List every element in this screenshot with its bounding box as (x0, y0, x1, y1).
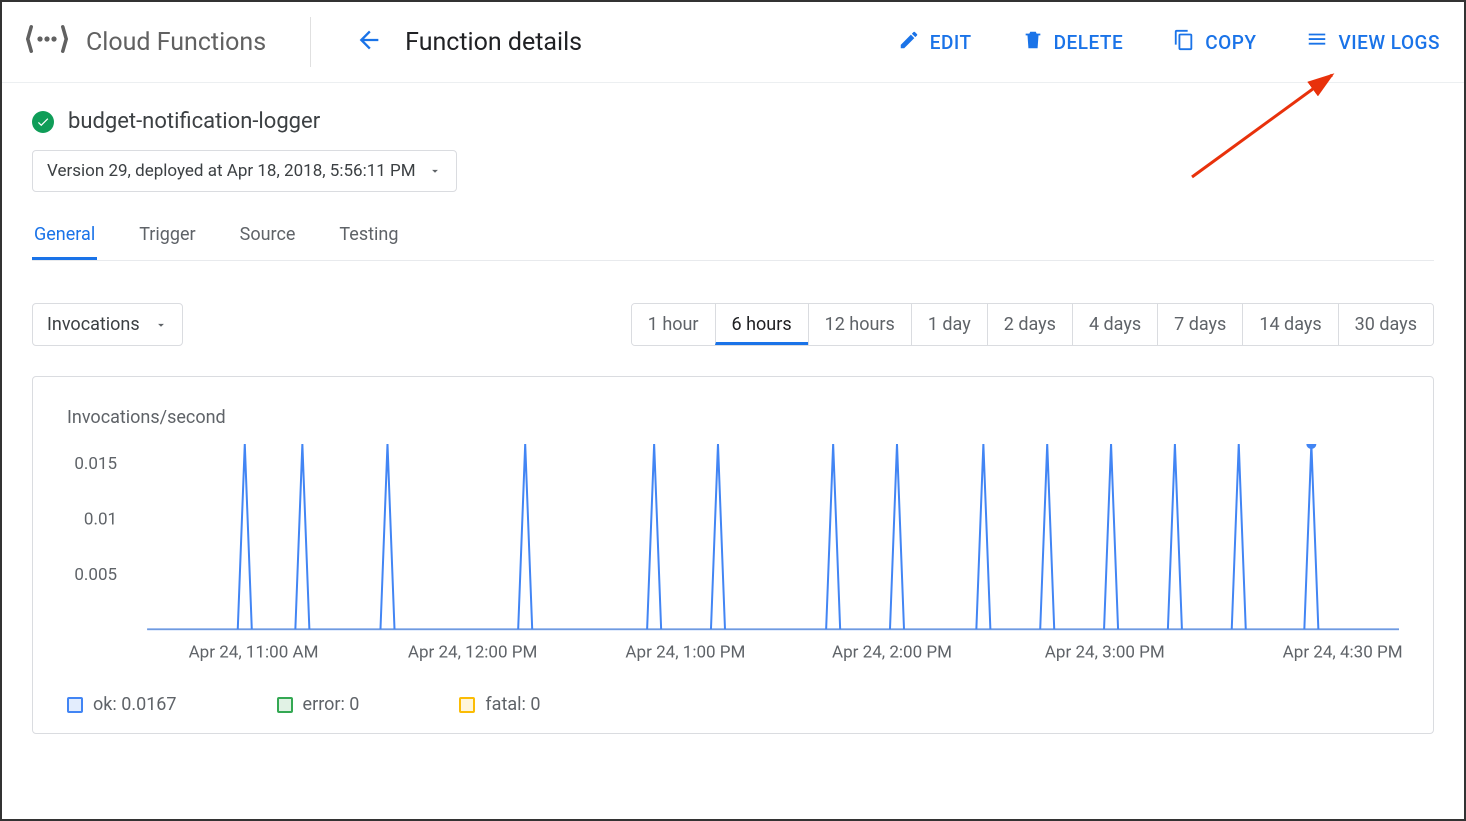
delete-button[interactable]: DELETE (1022, 29, 1124, 56)
metric-label: Invocations (47, 314, 140, 335)
version-label: Version 29, deployed at Apr 18, 2018, 5:… (47, 161, 416, 181)
product-brand: Cloud Functions (26, 18, 266, 67)
logs-icon (1306, 29, 1328, 56)
app-header: Cloud Functions Function details EDIT DE… (2, 2, 1464, 82)
back-arrow-icon[interactable] (355, 26, 383, 58)
tab-general[interactable]: General (32, 224, 97, 260)
cloud-functions-icon (26, 18, 68, 67)
svg-text:Apr 24, 4:30 PM: Apr 24, 4:30 PM (1283, 642, 1403, 662)
chevron-down-icon (154, 318, 168, 332)
fatal-swatch-icon (459, 697, 475, 713)
function-name: budget-notification-logger (68, 109, 320, 134)
legend-error: error: 0 (277, 694, 360, 715)
time-range-4-days[interactable]: 4 days (1072, 304, 1157, 345)
legend-ok: ok: 0.0167 (67, 694, 177, 715)
svg-text:Apr 24, 1:00 PM: Apr 24, 1:00 PM (625, 642, 745, 662)
svg-text:Apr 24, 2:00 PM: Apr 24, 2:00 PM (832, 642, 952, 662)
view-logs-label: VIEW LOGS (1338, 31, 1440, 54)
invocations-chart: 0.005 0.01 0.015 Apr 24, 11:00 AM Apr 24, 12… (57, 444, 1409, 674)
metric-select[interactable]: Invocations (32, 303, 183, 346)
copy-label: COPY (1205, 31, 1256, 54)
chart-card: Invocations/second 0.005 0.01 0.015 Apr 24,… (32, 376, 1434, 734)
time-range-1-day[interactable]: 1 day (911, 304, 987, 345)
error-swatch-icon (277, 697, 293, 713)
legend-fatal: fatal: 0 (459, 694, 540, 715)
delete-label: DELETE (1054, 31, 1124, 54)
product-name: Cloud Functions (86, 28, 266, 57)
tab-trigger[interactable]: Trigger (137, 224, 197, 260)
time-range-7-days[interactable]: 7 days (1157, 304, 1242, 345)
copy-icon (1173, 29, 1195, 56)
time-range-selector: 1 hour6 hours12 hours1 day2 days4 days7 … (631, 303, 1434, 346)
svg-text:Apr 24, 12:00 PM: Apr 24, 12:00 PM (408, 642, 538, 662)
page-title: Function details (405, 28, 582, 57)
svg-text:0.005: 0.005 (74, 565, 117, 585)
function-header: budget-notification-logger (32, 109, 1434, 134)
tab-testing[interactable]: Testing (337, 224, 400, 260)
svg-text:0.015: 0.015 (74, 454, 117, 474)
version-select[interactable]: Version 29, deployed at Apr 18, 2018, 5:… (32, 150, 457, 192)
ok-swatch-icon (67, 697, 83, 713)
edit-label: EDIT (930, 31, 972, 54)
view-logs-button[interactable]: VIEW LOGS (1306, 29, 1440, 56)
svg-text:Apr 24, 3:00 PM: Apr 24, 3:00 PM (1045, 642, 1165, 662)
chart-legend: ok: 0.0167 error: 0 fatal: 0 (67, 694, 1409, 715)
time-range-6-hours[interactable]: 6 hours (715, 304, 808, 345)
chevron-down-icon (428, 164, 442, 178)
tabs: General Trigger Source Testing (32, 224, 1434, 261)
tab-source[interactable]: Source (238, 224, 298, 260)
svg-text:Apr 24, 11:00 AM: Apr 24, 11:00 AM (189, 642, 319, 662)
action-bar: EDIT DELETE COPY VIEW LOGS (898, 29, 1440, 56)
divider (310, 17, 311, 67)
copy-button[interactable]: COPY (1173, 29, 1256, 56)
pencil-icon (898, 29, 920, 56)
time-range-14-days[interactable]: 14 days (1242, 304, 1337, 345)
time-range-2-days[interactable]: 2 days (987, 304, 1072, 345)
time-range-30-days[interactable]: 30 days (1338, 304, 1433, 345)
edit-button[interactable]: EDIT (898, 29, 972, 56)
time-range-1-hour[interactable]: 1 hour (632, 304, 715, 345)
status-ok-icon (32, 111, 54, 133)
trash-icon (1022, 29, 1044, 56)
time-range-12-hours[interactable]: 12 hours (808, 304, 911, 345)
chart-title: Invocations/second (67, 407, 1409, 428)
svg-text:0.01: 0.01 (84, 509, 117, 529)
